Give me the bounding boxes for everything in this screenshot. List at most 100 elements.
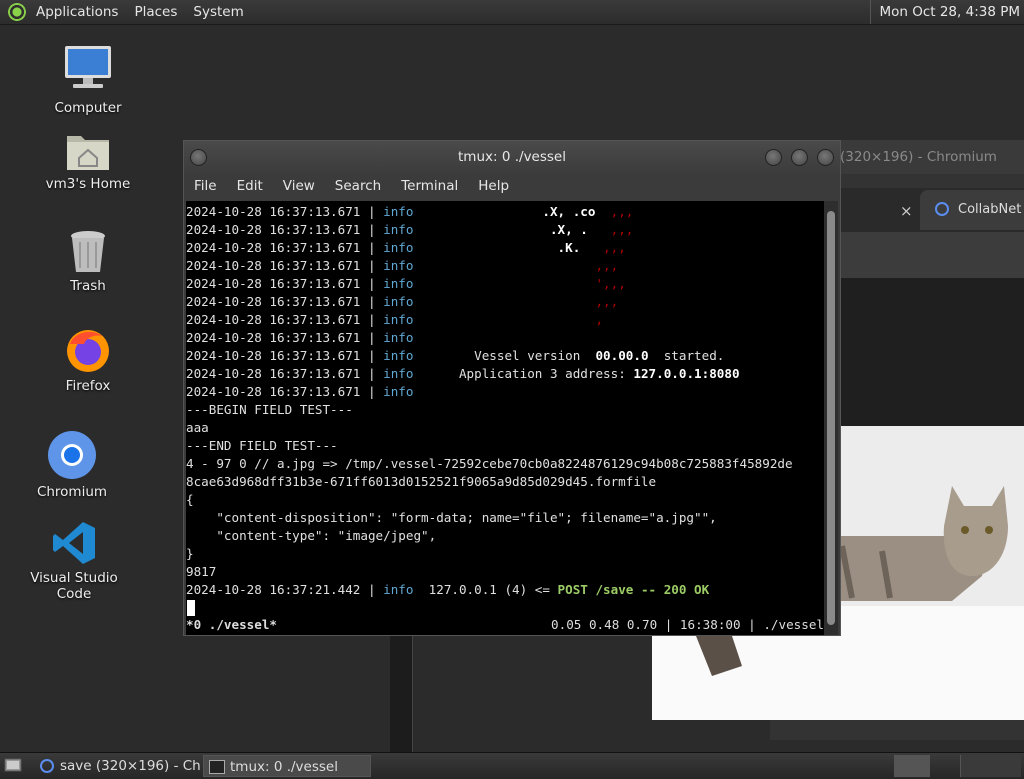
home-folder-icon [67, 136, 109, 170]
scrollbar-thumb[interactable] [827, 211, 835, 625]
menu-edit[interactable]: Edit [227, 178, 273, 194]
clock[interactable]: Mon Oct 28, 4:38 PM [870, 0, 1020, 24]
menu-view[interactable]: View [273, 178, 325, 194]
desktop-icon-vscode[interactable]: Visual Studio Code [19, 520, 129, 602]
log-level: info [383, 294, 414, 309]
trash-icon [71, 231, 105, 272]
terminal-window[interactable]: tmux: 0 ./vessel File Edit View Search T… [183, 140, 841, 636]
output-line: "content-disposition": "form-data; name=… [186, 510, 717, 525]
show-desktop-icon[interactable] [4, 757, 22, 773]
desktop-icon-label: Computer [54, 100, 122, 116]
log-timestamp: 2024-10-28 16:37:13.671 | [186, 330, 384, 345]
desktop-icon-chromium[interactable]: Chromium [17, 430, 127, 500]
ascii-art: .X, . [413, 222, 604, 237]
ascii-art-red: ,,, [413, 258, 619, 273]
desktop-icon-label: Firefox [65, 378, 111, 394]
terminal-line: 8cae63d968dff31b3e-671ff6013d0152521f906… [186, 473, 656, 491]
close-button[interactable] [817, 149, 834, 166]
log-level: info [383, 312, 414, 327]
task-label: tmux: 0 ./vessel [230, 759, 338, 775]
terminal-line: 2024-10-28 16:37:13.671 | info Applicati… [186, 365, 740, 383]
terminal-line: "content-disposition": "form-data; name=… [186, 509, 717, 527]
log-level: info [383, 222, 414, 237]
log-timestamp: 2024-10-28 16:37:13.671 | [186, 258, 384, 273]
tmux-window-label[interactable]: *0 ./vessel* [186, 617, 277, 632]
top-panel: Applications Places System Mon Oct 28, 4… [0, 0, 1024, 25]
log-message: started. [648, 348, 725, 363]
terminal-screen[interactable]: *0 ./vessel* 0.05 0.48 0.70 | 16:38:00 |… [186, 201, 824, 635]
task-chromium[interactable]: save (320×196) - Ch... [34, 755, 200, 777]
menu-search[interactable]: Search [325, 178, 391, 194]
log-level: info [383, 348, 414, 363]
menu-file[interactable]: File [184, 178, 227, 194]
log-timestamp: 2024-10-28 16:37:13.671 | [186, 222, 384, 237]
desktop-icon-home[interactable]: vm3's Home [33, 128, 143, 192]
distro-logo-icon[interactable] [8, 3, 26, 21]
app-address: 127.0.0.1:8080 [633, 366, 740, 381]
menu-terminal[interactable]: Terminal [391, 178, 468, 194]
log-level: info [383, 366, 414, 381]
ascii-art-red: ,,, [603, 222, 634, 237]
task-terminal[interactable]: tmux: 0 ./vessel [203, 755, 371, 777]
log-timestamp: 2024-10-28 16:37:21.442 | [186, 582, 384, 597]
desktop-icon-computer[interactable]: Computer [33, 44, 143, 116]
log-timestamp: 2024-10-28 16:37:13.671 | [186, 276, 384, 291]
firefox-icon [67, 330, 109, 372]
desktop-icon-firefox[interactable]: Firefox [33, 326, 143, 394]
terminal-line: ---END FIELD TEST--- [186, 437, 338, 455]
terminal-line: "content-type": "image/jpeg", [186, 527, 436, 545]
ascii-art-red: ,,, [603, 204, 634, 219]
tmux-status-right: 0.05 0.48 0.70 | 16:38:00 | ./vessel [551, 617, 824, 632]
ascii-art-red: ,,, [413, 294, 619, 309]
terminal-line: } [186, 545, 194, 563]
minimize-button[interactable] [765, 149, 782, 166]
log-message: Application 3 address: [413, 366, 634, 381]
window-menu-button[interactable] [190, 149, 207, 166]
terminal-line: 2024-10-28 16:37:21.442 | info 127.0.0.1… [186, 581, 709, 599]
tab-close-icon[interactable]: × [900, 202, 913, 220]
log-message: 127.0.0.1 (4) <= [413, 582, 558, 597]
output-line: } [186, 546, 194, 561]
log-level: info [383, 240, 414, 255]
output-line: aaa [186, 420, 209, 435]
output-line: { [186, 492, 194, 507]
task-label: save (320×196) - Ch... [60, 758, 200, 774]
bottom-taskbar: save (320×196) - Ch... tmux: 0 ./vessel [0, 752, 1024, 779]
ascii-art: .X, .co [413, 204, 604, 219]
workspace-switcher-2[interactable] [960, 755, 1021, 777]
terminal-menubar: File Edit View Search Terminal Help [184, 173, 840, 199]
log-level: info [383, 384, 414, 399]
vscode-icon [53, 522, 95, 564]
workspace-switcher[interactable] [894, 755, 930, 777]
terminal-titlebar[interactable]: tmux: 0 ./vessel [184, 141, 840, 173]
menu-applications[interactable]: Applications [28, 0, 126, 24]
log-level: info [383, 276, 414, 291]
terminal-line: 2024-10-28 16:37:13.671 | info [186, 329, 413, 347]
desktop-icon-label: vm3's Home [45, 176, 131, 192]
terminal-cursor [187, 600, 195, 616]
log-level: info [383, 204, 414, 219]
desktop-icon-trash[interactable]: Trash [33, 228, 143, 294]
menu-places[interactable]: Places [126, 0, 185, 24]
terminal-line: 2024-10-28 16:37:13.671 | info ,,, [186, 257, 618, 275]
terminal-line: 9817 [186, 563, 216, 581]
output-line: "content-type": "image/jpeg", [186, 528, 437, 543]
maximize-button[interactable] [791, 149, 808, 166]
log-timestamp: 2024-10-28 16:37:13.671 | [186, 240, 384, 255]
log-timestamp: 2024-10-28 16:37:13.671 | [186, 204, 384, 219]
terminal-line: ---BEGIN FIELD TEST--- [186, 401, 353, 419]
terminal-scrollbar[interactable] [824, 201, 838, 635]
output-line: 4 - 97 0 // a.jpg => /tmp/.vessel-72592c… [186, 456, 793, 471]
terminal-task-icon [209, 760, 225, 774]
desktop-icon-label: Visual Studio Code [30, 570, 118, 602]
terminal-line: 2024-10-28 16:37:13.671 | info , [186, 311, 603, 329]
terminal-line: 2024-10-28 16:37:13.671 | info .K. ,,, [186, 239, 626, 257]
tab-favicon-icon [935, 202, 949, 216]
log-level: info [383, 582, 414, 597]
terminal-line: 4 - 97 0 // a.jpg => /tmp/.vessel-72592c… [186, 455, 793, 473]
menu-help[interactable]: Help [468, 178, 519, 194]
terminal-line: aaa [186, 419, 209, 437]
computer-icon [65, 46, 111, 88]
menu-system[interactable]: System [185, 0, 251, 24]
log-timestamp: 2024-10-28 16:37:13.671 | [186, 312, 384, 327]
